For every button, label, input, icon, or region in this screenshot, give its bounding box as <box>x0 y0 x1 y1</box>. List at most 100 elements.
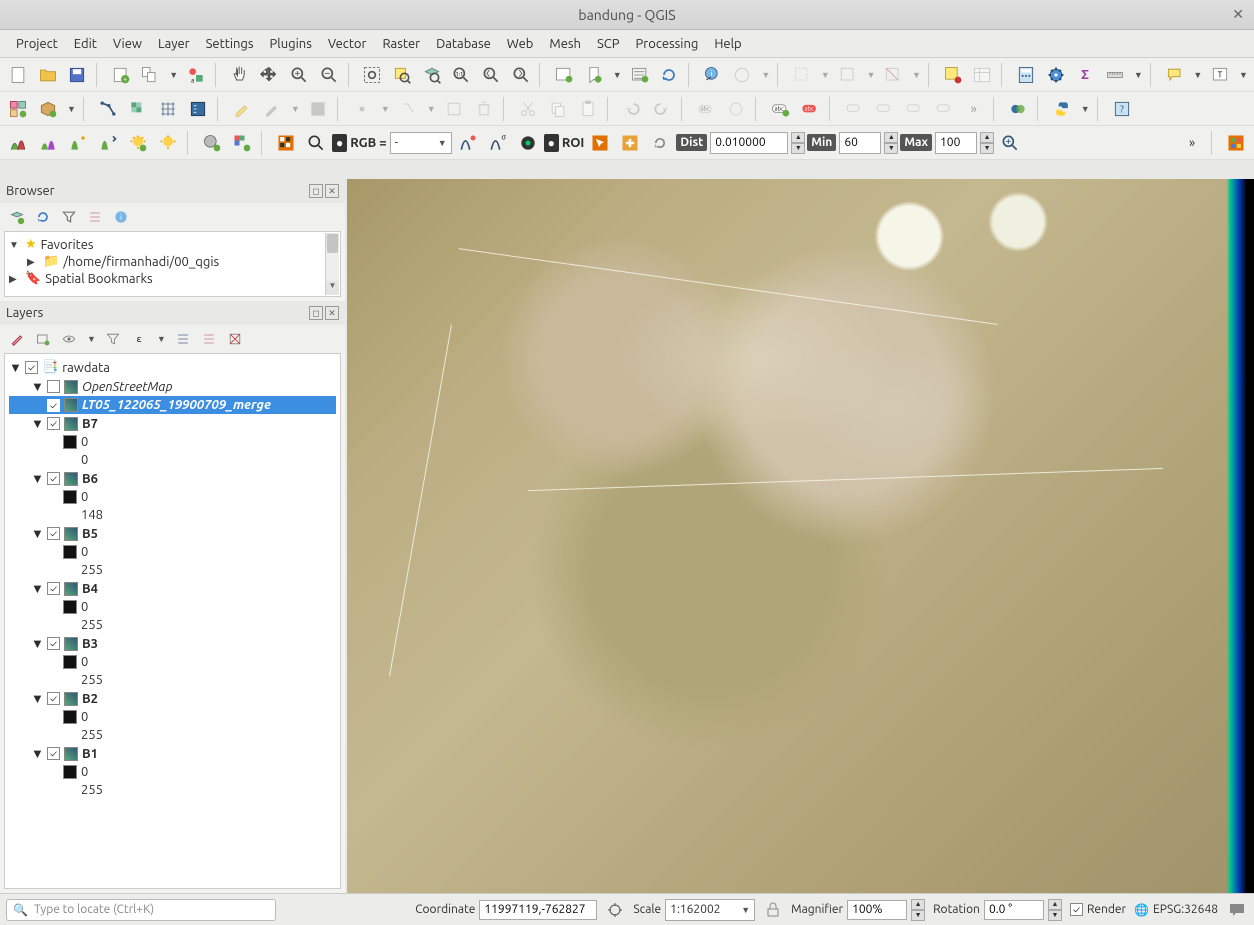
lock-scale-button[interactable] <box>763 900 783 920</box>
action-run-button[interactable] <box>729 61 757 89</box>
layer-selected-checkbox[interactable] <box>47 399 60 412</box>
field-calculator-button[interactable] <box>1012 61 1040 89</box>
scp-roi-pointer-button[interactable] <box>586 129 614 157</box>
new-bookmark-button[interactable] <box>580 61 608 89</box>
add-raster-button[interactable] <box>124 95 152 123</box>
layer-band-B6[interactable]: ▼B6 <box>9 469 336 488</box>
menu-processing[interactable]: Processing <box>628 33 707 55</box>
layer-osm-checkbox[interactable] <box>47 380 60 393</box>
scp-roi-redo-button[interactable] <box>646 129 674 157</box>
browser-refresh-button[interactable] <box>32 206 54 228</box>
zoom-full-button[interactable] <box>358 61 386 89</box>
scp-training-input-button[interactable] <box>198 129 226 157</box>
layers-expression-button[interactable]: ε <box>128 328 150 350</box>
pan-to-selection-button[interactable] <box>256 61 284 89</box>
layer-labeling-button[interactable]: abc <box>766 95 794 123</box>
menu-database[interactable]: Database <box>428 33 499 55</box>
toggle-editing-button[interactable] <box>228 95 256 123</box>
layer-band-checkbox[interactable] <box>47 692 60 705</box>
identify-button[interactable]: i <box>699 61 727 89</box>
add-mesh-button[interactable] <box>154 95 182 123</box>
layers-expand-button[interactable] <box>172 328 194 350</box>
browser-scrollbar[interactable]: ▲▼ <box>325 233 339 295</box>
scp-zoom-bandset-button[interactable] <box>302 129 330 157</box>
browser-tree[interactable]: ▼★Favorites ▶📁/home/firmanhadi/00_qgis ▶… <box>4 231 341 297</box>
map-canvas[interactable] <box>347 179 1254 893</box>
menu-raster[interactable]: Raster <box>374 33 428 55</box>
new-geopackage-button[interactable] <box>34 95 62 123</box>
scp-roi-histogram-button[interactable] <box>4 129 32 157</box>
deselect-button[interactable] <box>879 61 907 89</box>
save-edits-button[interactable] <box>258 95 286 123</box>
layer-band-checkbox[interactable] <box>47 582 60 595</box>
zoom-layer-button[interactable] <box>418 61 446 89</box>
layer-group-rawdata[interactable]: ▼📑rawdata <box>9 358 336 377</box>
layout-manager-button[interactable] <box>137 61 165 89</box>
rotation-input[interactable] <box>984 900 1044 920</box>
layer-group-checkbox[interactable] <box>25 361 38 374</box>
menu-mesh[interactable]: Mesh <box>541 33 589 55</box>
scp-band-set-button[interactable] <box>228 129 256 157</box>
add-feature-button[interactable] <box>348 95 376 123</box>
crs-button[interactable]: 🌐EPSG:32648 <box>1134 903 1218 917</box>
zoom-in-button[interactable] <box>285 61 313 89</box>
add-delimited-button[interactable] <box>184 95 212 123</box>
scp-cumulative-stretch-button[interactable]: σ <box>484 129 512 157</box>
scp-std-dev-stretch-button[interactable] <box>514 129 542 157</box>
zoom-next-button[interactable] <box>507 61 535 89</box>
processing-toolbox-button[interactable] <box>1042 61 1070 89</box>
layers-tree[interactable]: ▼📑rawdata ▼OpenStreetMap LT05_122065_199… <box>4 353 341 889</box>
new-map-view-button[interactable] <box>550 61 578 89</box>
select-by-expression-button[interactable] <box>939 61 967 89</box>
zoom-out-button[interactable] <box>315 61 343 89</box>
layers-visibility-dropdown[interactable]: ▼ <box>84 334 98 344</box>
menu-vector[interactable]: Vector <box>320 33 375 55</box>
layer-band-checkbox[interactable] <box>47 472 60 485</box>
python-dropdown[interactable]: ▼ <box>1078 104 1092 114</box>
layer-selected[interactable]: LT05_122065_19900709_merge <box>9 396 336 414</box>
scp-band-list-button[interactable] <box>272 129 300 157</box>
move-label-button[interactable] <box>900 95 928 123</box>
style-manager-button[interactable]: a <box>182 61 210 89</box>
annotation-dropdown[interactable]: ▼ <box>1236 70 1250 80</box>
layer-band-B3[interactable]: ▼B3 <box>9 634 336 653</box>
measure-dropdown[interactable]: ▼ <box>1131 70 1145 80</box>
browser-spatial-bookmarks[interactable]: ▶🔖Spatial Bookmarks <box>9 270 336 287</box>
rotate-label-button[interactable] <box>930 95 958 123</box>
new-layer-dropdown[interactable]: ▼ <box>64 104 78 114</box>
diagram-tool-button[interactable] <box>722 95 750 123</box>
deselect-dropdown[interactable]: ▼ <box>909 70 923 80</box>
python-console-button[interactable] <box>1048 95 1076 123</box>
menu-edit[interactable]: Edit <box>66 33 105 55</box>
scp-settings-a-button[interactable] <box>124 129 152 157</box>
menu-plugins[interactable]: Plugins <box>262 33 320 55</box>
redo-button[interactable] <box>648 95 676 123</box>
add-vector-button[interactable] <box>94 95 122 123</box>
zoom-last-button[interactable] <box>477 61 505 89</box>
select-by-value-button[interactable] <box>834 61 862 89</box>
scp-more-button[interactable]: » <box>1178 129 1206 157</box>
undo-button[interactable] <box>618 95 646 123</box>
scp-roi-add-button[interactable] <box>616 129 644 157</box>
toggle-extents-button[interactable] <box>605 900 625 920</box>
layer-band-B4[interactable]: ▼B4 <box>9 579 336 598</box>
layers-close-button[interactable]: ✕ <box>325 306 339 320</box>
menu-view[interactable]: View <box>105 33 150 55</box>
browser-collapse-button[interactable] <box>84 206 106 228</box>
select-by-value-dropdown[interactable]: ▼ <box>863 70 877 80</box>
menu-settings[interactable]: Settings <box>198 33 262 55</box>
browser-home-folder[interactable]: ▶📁/home/firmanhadi/00_qgis <box>9 253 336 270</box>
temporal-controller-button[interactable] <box>626 61 654 89</box>
plugin-manager-button[interactable] <box>1004 95 1032 123</box>
browser-add-layer-button[interactable] <box>6 206 28 228</box>
browser-close-button[interactable]: ✕ <box>325 184 339 198</box>
layer-band-B1[interactable]: ▼B1 <box>9 744 336 763</box>
render-checkbox[interactable] <box>1070 903 1083 916</box>
scp-min-input[interactable] <box>839 132 881 154</box>
digitize-dropdown[interactable]: ▼ <box>378 104 392 114</box>
scp-preview-button[interactable] <box>996 129 1024 157</box>
scp-batch-button[interactable] <box>94 129 122 157</box>
menu-help[interactable]: Help <box>706 33 749 55</box>
browser-undock-button[interactable]: ◻ <box>309 184 323 198</box>
label-tool-button[interactable]: abc <box>692 95 720 123</box>
